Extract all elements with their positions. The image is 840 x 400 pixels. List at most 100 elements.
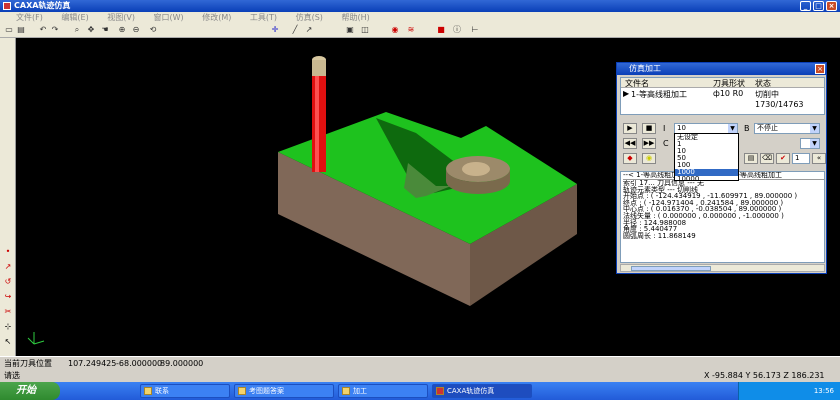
b-label: B: [744, 124, 750, 133]
solid-icon[interactable]: ■: [436, 25, 446, 35]
operation-tool: ф10 R0: [713, 89, 744, 98]
app-title: CAXA轨迹仿真: [14, 1, 71, 10]
folder-icon: [238, 387, 246, 395]
menu-file[interactable]: 文件(F): [16, 12, 43, 23]
point-icon[interactable]: •: [3, 247, 13, 257]
folder-icon: [144, 387, 152, 395]
task-item[interactable]: 联系: [140, 384, 230, 398]
task-item[interactable]: 考图题答案: [234, 384, 334, 398]
system-tray: 13:56: [738, 382, 840, 400]
pan-icon[interactable]: ✥: [86, 25, 96, 35]
split-icon[interactable]: ⊹: [3, 322, 13, 332]
move-icon[interactable]: ✛: [270, 25, 280, 35]
speed-dropdown-list[interactable]: 无设定 1 10 50 100 1000 10000: [674, 133, 739, 183]
minimize-button[interactable]: _: [800, 1, 811, 11]
step-spin[interactable]: 1: [792, 153, 810, 164]
info-icon[interactable]: ⓘ: [452, 25, 462, 35]
view-box-icon[interactable]: ▣: [345, 25, 355, 35]
cursor-coordinates: X -95.884 Y 56.173 Z 186.231: [704, 371, 825, 380]
rewind-button[interactable]: ◀◀: [623, 138, 637, 149]
open-file-icon[interactable]: ▤: [16, 25, 26, 35]
i-label: I: [663, 124, 666, 133]
start-button[interactable]: 开始: [0, 382, 60, 400]
menu-bar: 文件(F) 编辑(E) 视图(V) 窗口(W) 修改(M) 工具(T) 仿真(S…: [0, 12, 840, 23]
line-icon[interactable]: ╱: [290, 25, 300, 35]
main-toolbar: ▭ ▤ ↶ ↷ ⌕ ✥ ☚ ⊕ ⊖ ⟲ ✛ ╱ ↗ ▣ ◫ ◉ ≋ ■ ⓘ ⊢: [0, 23, 840, 38]
status-x: 107.249425: [68, 359, 117, 368]
dropdown-option[interactable]: 无设定: [675, 134, 738, 141]
info-tab-name[interactable]: 1-等高线粗加工: [733, 172, 782, 179]
trim-icon[interactable]: ✂: [3, 307, 13, 317]
menu-edit[interactable]: 编辑(E): [61, 12, 88, 23]
menu-help[interactable]: 帮助(H): [341, 12, 369, 23]
operation-name: 1-等高线粗加工: [631, 90, 687, 99]
c-select[interactable]: ▼: [800, 138, 820, 149]
status-z: 89.000000: [160, 359, 204, 368]
c-label: C: [663, 139, 669, 148]
view-cube-icon[interactable]: ◫: [360, 25, 370, 35]
hint-bar: 请选 X -95.884 Y 56.173 Z 186.231: [0, 370, 840, 382]
col-tool-shape: 刀具形状: [713, 79, 745, 88]
col-filename: 文件名: [625, 79, 649, 88]
tool-holder: [312, 60, 326, 76]
axis-triad-icon: [27, 332, 45, 345]
zoom-in-icon[interactable]: ⊕: [117, 25, 127, 35]
taskbar: 开始 联系 考图题答案 加工 CAXA轨迹仿真 13:56: [0, 382, 840, 400]
arc-ccw-icon[interactable]: ↺: [3, 277, 13, 287]
arc-icon[interactable]: ↗: [3, 262, 13, 272]
erase-button[interactable]: ⌫: [760, 153, 774, 164]
menu-tools[interactable]: 工具(T): [250, 12, 277, 23]
dropdown-option[interactable]: 10000: [675, 176, 738, 183]
task-item[interactable]: 加工: [338, 384, 428, 398]
collapse-button[interactable]: «: [812, 153, 826, 164]
zoom-icon[interactable]: ⌕: [72, 25, 82, 35]
tool-highlight: [315, 62, 319, 172]
color-button[interactable]: ◆: [623, 153, 637, 164]
info-scrollbar[interactable]: [620, 264, 825, 272]
undo-icon[interactable]: ↶: [38, 25, 48, 35]
menu-simulate[interactable]: 仿真(S): [296, 12, 323, 23]
operation-status: 切削中 1730/14763: [755, 90, 804, 109]
pick-icon[interactable]: ↗: [304, 25, 314, 35]
status-label: 当前刀具位置: [4, 359, 52, 368]
confirm-icon[interactable]: ✔: [776, 153, 790, 164]
scroll-thumb[interactable]: [631, 266, 711, 271]
play-button[interactable]: ▶: [623, 123, 637, 134]
light-button[interactable]: ◉: [642, 153, 656, 164]
maximize-button[interactable]: □: [813, 1, 824, 11]
new-file-icon[interactable]: ▭: [4, 25, 14, 35]
status-y: -68.000000: [116, 359, 163, 368]
stop-button[interactable]: ■: [642, 123, 656, 134]
boss-hole: [462, 162, 490, 176]
stop-mode-select[interactable]: 不停止 ▼: [754, 123, 820, 134]
menu-modify[interactable]: 修改(M): [202, 12, 231, 23]
menu-window[interactable]: 窗口(W): [154, 12, 184, 23]
folder-icon: [342, 387, 350, 395]
close-button[interactable]: ×: [826, 1, 837, 11]
info-panel: --< 1-等高线粗加工 >-- 1-等高线粗加工 索引 17... 刀具信息 …: [620, 171, 825, 263]
forward-button[interactable]: ▶▶: [642, 138, 656, 149]
operation-row[interactable]: ▶ 1-等高线粗加工 ф10 R0 切削中 1730/14763: [621, 89, 824, 109]
dialog-close-button[interactable]: ×: [815, 64, 825, 74]
zoom-out-icon[interactable]: ⊖: [131, 25, 141, 35]
app-titlebar: CAXA轨迹仿真 _ □ ×: [0, 0, 840, 12]
left-toolbar: • ↗ ↺ ↪ ✂ ⊹ ↖: [0, 38, 16, 356]
hand-icon[interactable]: ☚: [100, 25, 110, 35]
expand-icon[interactable]: ▶: [623, 89, 629, 98]
operation-list[interactable]: 文件名 刀具形状 状态 ▶ 1-等高线粗加工 ф10 R0 切削中 1730/1…: [620, 77, 825, 115]
rotate-icon[interactable]: ⟲: [148, 25, 158, 35]
save-button[interactable]: ▤: [744, 153, 758, 164]
col-status: 状态: [755, 79, 771, 88]
curve-icon[interactable]: ↪: [3, 292, 13, 302]
dialog-title: 仿真加工: [629, 64, 661, 73]
simulate-icon[interactable]: ◉: [390, 25, 400, 35]
caxa-icon: [436, 387, 444, 395]
tool-path-icon[interactable]: ≋: [406, 25, 416, 35]
measure-icon[interactable]: ⊢: [470, 25, 480, 35]
clock: 13:56: [813, 387, 834, 395]
redo-icon[interactable]: ↷: [50, 25, 60, 35]
hint-text: 请选: [4, 371, 20, 380]
task-item-active[interactable]: CAXA轨迹仿真: [432, 384, 532, 398]
menu-view[interactable]: 视图(V): [107, 12, 135, 23]
select-icon[interactable]: ↖: [3, 337, 13, 347]
